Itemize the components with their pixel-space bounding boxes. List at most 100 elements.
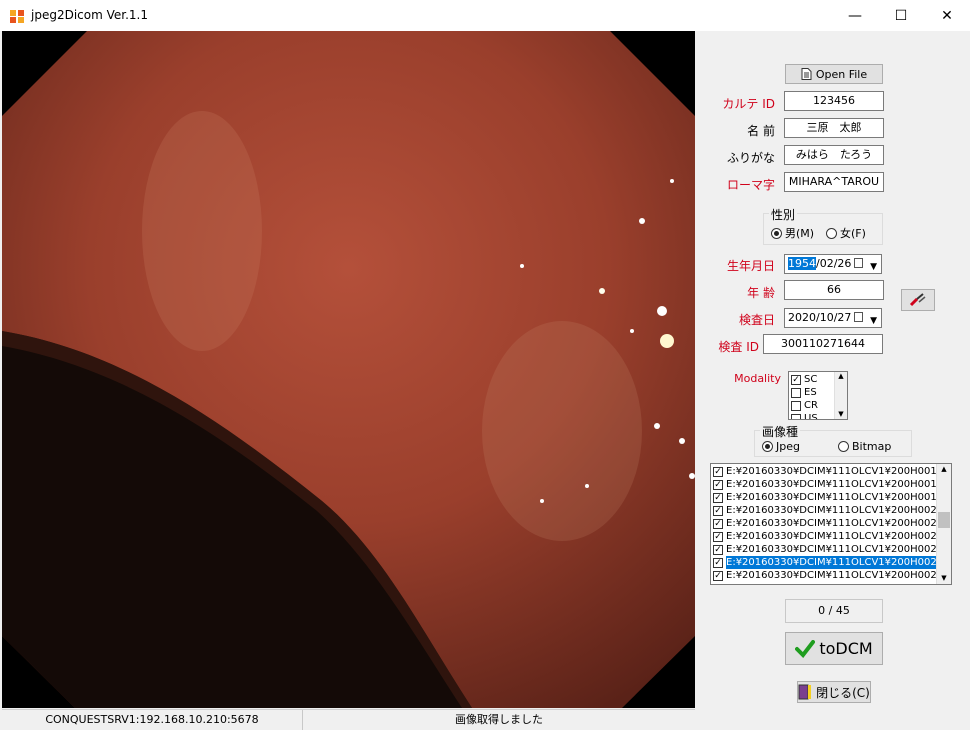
- scroll-up-icon: ▲: [838, 372, 844, 380]
- image-preview: [2, 31, 695, 708]
- status-message: 画像取得しました: [455, 713, 543, 726]
- modality-item-label: ES: [804, 387, 817, 398]
- name-label: 名 前: [747, 124, 775, 138]
- maximize-button[interactable]: ☐: [878, 0, 924, 31]
- file-path: E:¥20160330¥DCIM¥111OLCV1¥200H0021: [726, 518, 944, 529]
- scroll-up-icon: ▲: [941, 465, 947, 473]
- romaji-label: ローマ字: [726, 178, 775, 192]
- karte-id-label: カルテ ID: [722, 97, 775, 111]
- check-icon: [795, 639, 816, 658]
- modality-item-label: SC: [804, 374, 818, 385]
- checkbox-checked-icon[interactable]: ✓: [713, 466, 723, 477]
- checkbox-checked-icon[interactable]: ✓: [713, 570, 723, 581]
- checkbox-checked-icon[interactable]: ✓: [713, 518, 723, 529]
- exam-id-input[interactable]: 300110271644: [763, 334, 883, 354]
- checkbox-checked-icon[interactable]: ✓: [713, 557, 723, 568]
- file-list-item[interactable]: ✓ E:¥20160330¥DCIM¥111OLCV1¥200H0022: [711, 530, 951, 543]
- checkbox-checked-icon[interactable]: ✓: [713, 479, 723, 490]
- brush-icon: [909, 293, 926, 307]
- exam-date-picker[interactable]: 2020/10/27 ▼: [784, 308, 882, 328]
- checkbox-checked-icon[interactable]: ✓: [791, 374, 801, 385]
- file-list[interactable]: ✓ E:¥20160330¥DCIM¥111OLCV1¥200H0017 ✓ E:¥2…: [710, 463, 952, 585]
- exam-date-label: 検査日: [738, 313, 775, 327]
- furigana-input[interactable]: みはら たろう: [784, 145, 884, 165]
- progress-counter: 0 / 45: [785, 599, 883, 623]
- bitmap-label: Bitmap: [852, 440, 892, 453]
- age-label: 年 齢: [747, 286, 775, 300]
- file-list-scrollbar[interactable]: ▲ ▼: [936, 464, 951, 584]
- sex-group-title: 性別: [769, 206, 798, 223]
- checkbox-icon[interactable]: [791, 387, 801, 398]
- close-app-label: 閉じる(C): [816, 685, 870, 700]
- close-window-button[interactable]: ✕: [924, 0, 970, 31]
- file-list-item[interactable]: ✓ E:¥20160330¥DCIM¥111OLCV1¥200H0025: [711, 569, 951, 582]
- jpeg-radio[interactable]: Jpeg: [762, 440, 800, 453]
- file-path: E:¥20160330¥DCIM¥111OLCV1¥200H0019: [726, 492, 944, 503]
- modality-list[interactable]: ✓ SC ES CR US ▲ ▼: [788, 371, 848, 420]
- control-panel: Open File カルテ ID 123456 名 前 三原 太郎 ふりがな み…: [695, 31, 970, 730]
- file-list-item[interactable]: ✓ E:¥20160330¥DCIM¥111OLCV1¥200H0024: [711, 556, 951, 569]
- file-path: E:¥20160330¥DCIM¥111OLCV1¥200H0020: [726, 505, 944, 516]
- checkbox-checked-icon[interactable]: ✓: [713, 492, 723, 503]
- file-path: E:¥20160330¥DCIM¥111OLCV1¥200H0023: [726, 544, 944, 555]
- file-list-item[interactable]: ✓ E:¥20160330¥DCIM¥111OLCV1¥200H0021: [711, 517, 951, 530]
- birth-year: 1954: [788, 257, 816, 270]
- radio-icon: [838, 441, 849, 452]
- file-list-item[interactable]: ✓ E:¥20160330¥DCIM¥111OLCV1¥200H0017: [711, 465, 951, 478]
- file-path: E:¥20160330¥DCIM¥111OLCV1¥200H0017: [726, 466, 944, 477]
- open-file-label: Open File: [815, 67, 868, 81]
- app-icon: [10, 10, 24, 23]
- modality-label: Modality: [734, 372, 781, 385]
- server-status: CONQUESTSRV1:192.168.10.210:5678: [2, 710, 303, 730]
- checkbox-icon[interactable]: [791, 413, 801, 419]
- minimize-icon: —: [848, 7, 862, 24]
- close-icon: ✕: [941, 7, 953, 24]
- age-input[interactable]: 66: [784, 280, 884, 300]
- close-app-button[interactable]: 閉じる(C): [797, 681, 871, 703]
- status-bar: CONQUESTSRV1:192.168.10.210:5678 画像取得しまし…: [2, 709, 695, 730]
- file-list-item[interactable]: ✓ E:¥20160330¥DCIM¥111OLCV1¥200H0023: [711, 543, 951, 556]
- calendar-icon: [854, 258, 863, 268]
- title-bar: jpeg2Dicom Ver.1.1 — ☐ ✕: [0, 0, 970, 31]
- dropdown-arrow-icon: ▼: [870, 316, 877, 326]
- exam-id-label: 検査 ID: [718, 340, 759, 354]
- sex-male-radio[interactable]: 男(M): [771, 225, 814, 241]
- romaji-input[interactable]: MIHARA^TAROU: [784, 172, 884, 192]
- radio-selected-icon: [762, 441, 773, 452]
- bitmap-radio[interactable]: Bitmap: [838, 440, 891, 453]
- window-title: jpeg2Dicom Ver.1.1: [31, 8, 148, 22]
- birth-date-picker[interactable]: 1954/02/26 ▼: [784, 254, 882, 274]
- scroll-thumb[interactable]: [938, 512, 950, 528]
- name-input[interactable]: 三原 太郎: [784, 118, 884, 138]
- modality-scrollbar[interactable]: ▲ ▼: [834, 372, 847, 419]
- endoscopy-image: [2, 31, 695, 708]
- maximize-icon: ☐: [894, 7, 908, 24]
- file-path: E:¥20160330¥DCIM¥111OLCV1¥200H0024: [726, 556, 944, 569]
- file-list-item[interactable]: ✓ E:¥20160330¥DCIM¥111OLCV1¥200H0018: [711, 478, 951, 491]
- todcm-button[interactable]: toDCM: [785, 632, 883, 665]
- radio-selected-icon: [771, 227, 782, 239]
- file-list-item[interactable]: ✓ E:¥20160330¥DCIM¥111OLCV1¥200H0019: [711, 491, 951, 504]
- checkbox-checked-icon[interactable]: ✓: [713, 544, 723, 555]
- sex-female-radio[interactable]: 女(F): [826, 225, 866, 241]
- modality-item-label: CR: [804, 400, 818, 411]
- sex-female-label: 女(F): [840, 227, 866, 240]
- file-path: E:¥20160330¥DCIM¥111OLCV1¥200H0018: [726, 479, 944, 490]
- furigana-label: ふりがな: [726, 151, 775, 165]
- jpeg-label: Jpeg: [776, 440, 800, 453]
- calculate-age-button[interactable]: [901, 289, 935, 311]
- radio-icon: [826, 227, 837, 239]
- calendar-icon: [854, 312, 863, 322]
- dropdown-arrow-icon: ▼: [870, 262, 877, 272]
- exit-door-icon: [798, 684, 812, 700]
- karte-id-input[interactable]: 123456: [784, 91, 884, 111]
- modality-item-label: US: [804, 413, 818, 420]
- minimize-button[interactable]: —: [832, 0, 878, 31]
- document-icon: [801, 68, 812, 80]
- file-list-item[interactable]: ✓ E:¥20160330¥DCIM¥111OLCV1¥200H0020: [711, 504, 951, 517]
- todcm-label: toDCM: [819, 639, 873, 658]
- checkbox-checked-icon[interactable]: ✓: [713, 505, 723, 516]
- open-file-button[interactable]: Open File: [785, 64, 883, 84]
- checkbox-icon[interactable]: [791, 400, 801, 411]
- checkbox-checked-icon[interactable]: ✓: [713, 531, 723, 542]
